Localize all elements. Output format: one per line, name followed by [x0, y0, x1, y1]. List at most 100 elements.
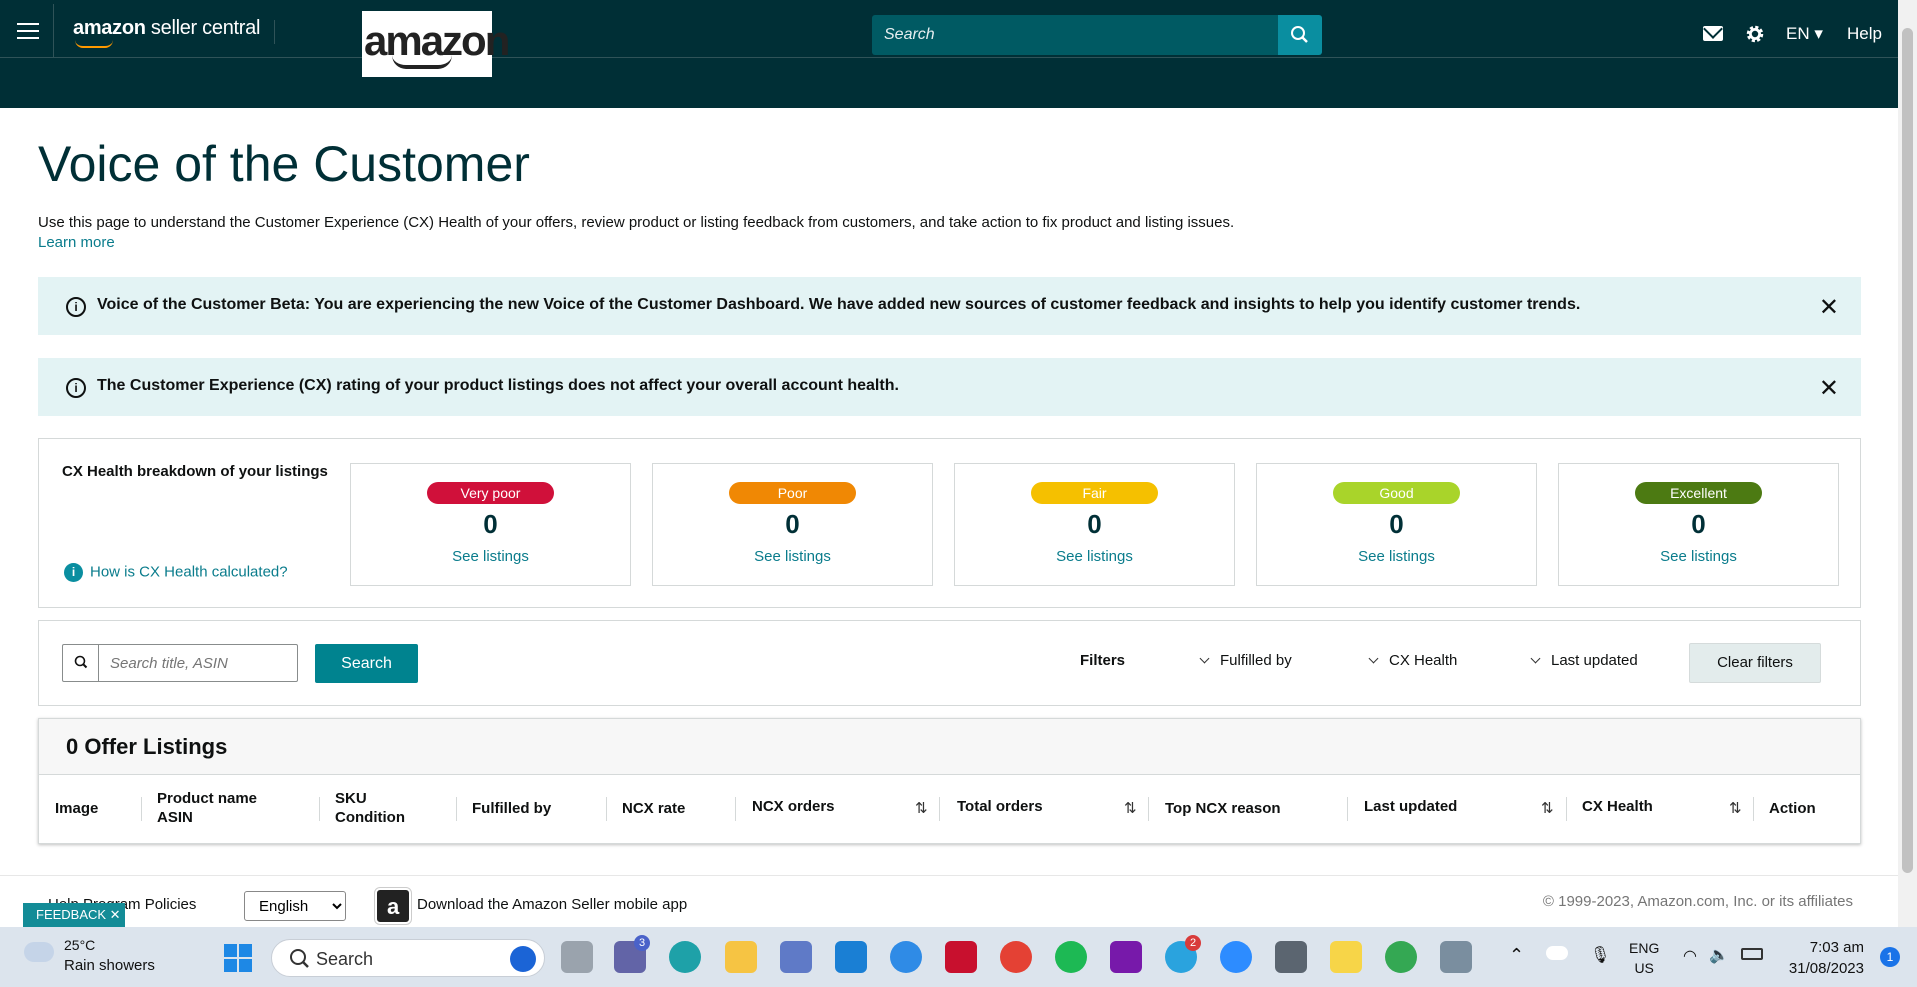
edge-icon[interactable] — [669, 941, 701, 973]
how-cx-health-link[interactable]: i How is CX Health calculated? — [64, 563, 288, 582]
fulfilled-by-dropdown[interactable]: Fulfilled by — [1199, 652, 1292, 669]
search-icon — [63, 645, 99, 681]
global-search-input[interactable] — [872, 15, 1278, 55]
cx-health-heading: CX Health breakdown of your listings — [62, 463, 328, 480]
chrome-icon[interactable] — [1000, 941, 1032, 973]
close-icon[interactable]: ✕ — [1819, 293, 1839, 322]
chevron-down-icon — [1368, 653, 1379, 664]
status-badge: Excellent — [1635, 482, 1762, 504]
feedback-button[interactable]: FEEDBACK ✕ — [23, 903, 125, 927]
lang-line1: ENG — [1629, 940, 1660, 956]
file-explorer-icon[interactable] — [725, 941, 757, 973]
info-icon: i — [66, 297, 86, 317]
taskbar-search[interactable]: Search — [271, 939, 545, 977]
mail-icon[interactable] — [1703, 26, 1723, 41]
battery-icon[interactable] — [1741, 948, 1763, 960]
global-search-button[interactable] — [1278, 15, 1322, 55]
info-icon: i — [64, 563, 83, 582]
last-updated-dropdown[interactable]: Last updated — [1530, 652, 1638, 669]
help-icon[interactable] — [890, 941, 922, 973]
chevron-down-icon — [1199, 653, 1210, 664]
page-title: Voice of the Customer — [38, 136, 530, 192]
task-view-icon[interactable] — [561, 941, 593, 973]
listing-search-input[interactable] — [100, 645, 296, 681]
bing-icon[interactable] — [510, 946, 536, 972]
scrollbar-thumb[interactable] — [1902, 28, 1913, 873]
system-clock[interactable]: 7:03 am 31/08/2023 — [1781, 937, 1864, 979]
nav-divider — [53, 4, 54, 58]
copyright: © 1999-2023, Amazon.com, Inc. or its aff… — [1542, 893, 1853, 910]
see-listings-link[interactable]: See listings — [955, 548, 1234, 565]
column-divider — [735, 797, 736, 821]
mcafee-icon[interactable] — [945, 941, 977, 973]
nav-divider — [274, 20, 275, 44]
see-listings-link[interactable]: See listings — [1559, 548, 1838, 565]
see-listings-link[interactable]: See listings — [351, 548, 630, 565]
sort-icon[interactable]: ⇅ — [915, 799, 928, 817]
zoom-icon[interactable] — [1220, 941, 1252, 973]
footer-language-select[interactable]: English — [244, 891, 346, 921]
clock-time: 7:03 am — [1809, 939, 1864, 956]
clock-date: 31/08/2023 — [1788, 960, 1864, 977]
status-badge: Fair — [1031, 482, 1158, 504]
help-link[interactable]: Help — [1847, 24, 1882, 44]
cx-tile-poor: Poor 0 See listings — [652, 463, 933, 586]
weather-temp: 25°C — [64, 937, 96, 953]
brand-light-text: seller central — [145, 17, 261, 39]
myhp-icon[interactable] — [835, 941, 867, 973]
sort-icon[interactable]: ⇅ — [1124, 799, 1137, 817]
filter-bar: Search Filters Fulfilled by CX Health La… — [38, 620, 1861, 706]
see-listings-link[interactable]: See listings — [1257, 548, 1536, 565]
listings-title: 0 Offer Listings — [66, 734, 228, 759]
notification-badge[interactable]: 1 — [1880, 947, 1900, 967]
column-header-action: Action — [1769, 800, 1816, 817]
column-header-top-ncx-reason: Top NCX reason — [1165, 800, 1281, 817]
input-language[interactable]: ENG US — [1629, 938, 1659, 978]
hamburger-menu-icon[interactable] — [17, 23, 39, 41]
download-app-text[interactable]: Download the Amazon Seller mobile app — [417, 896, 687, 913]
beta-alert: i Voice of the Customer Beta: You are ex… — [38, 277, 1861, 335]
brand-bold-text: amazon — [73, 17, 146, 39]
status-badge: Very poor — [427, 482, 554, 504]
column-header-sku: SKU Condition — [335, 790, 405, 826]
column-divider — [319, 797, 320, 821]
onenote-icon[interactable] — [1110, 941, 1142, 973]
column-divider — [1148, 797, 1149, 821]
alert-message: The Customer Experience (CX) rating of y… — [97, 377, 899, 394]
info-icon: i — [66, 378, 86, 398]
volume-icon[interactable]: 🔈 — [1709, 945, 1729, 965]
column-divider — [939, 797, 940, 821]
calculator-icon[interactable] — [1275, 941, 1307, 973]
seller-central-logo[interactable]: amazon seller central — [73, 17, 261, 48]
learn-more-link[interactable]: Learn more — [38, 234, 115, 251]
see-listings-link[interactable]: See listings — [653, 548, 932, 565]
microphone-icon[interactable]: 🎙 — [1590, 945, 1610, 965]
close-icon[interactable]: ✕ — [1819, 374, 1839, 403]
chevron-up-icon[interactable]: ⌃ — [1509, 945, 1524, 966]
sort-icon[interactable]: ⇅ — [1729, 799, 1742, 817]
chrome-profile-icon[interactable] — [1385, 941, 1417, 973]
language-selector[interactable]: EN ▾ — [1786, 24, 1823, 44]
windows-start-icon[interactable] — [224, 944, 252, 972]
column-divider — [606, 797, 607, 821]
tile-count: 0 — [1087, 509, 1102, 539]
sort-icon[interactable]: ⇅ — [1541, 799, 1554, 817]
tile-count: 0 — [1691, 509, 1706, 539]
vertical-scrollbar[interactable] — [1898, 0, 1917, 927]
cx-tile-fair: Fair 0 See listings — [954, 463, 1235, 586]
wifi-icon[interactable]: ◠ — [1683, 946, 1697, 966]
taskbar-search-label: Search — [316, 949, 374, 969]
search-button[interactable]: Search — [315, 644, 418, 683]
store-icon[interactable] — [780, 941, 812, 973]
spotify-icon[interactable] — [1055, 941, 1087, 973]
column-header-image: Image — [55, 800, 99, 817]
snipping-tool-icon[interactable] — [1440, 941, 1472, 973]
gear-icon[interactable] — [1744, 23, 1766, 45]
clear-filters-button[interactable]: Clear filters — [1689, 643, 1821, 683]
sticky-notes-icon[interactable] — [1330, 941, 1362, 973]
amazon-app-icon[interactable] — [374, 887, 412, 925]
cx-health-dropdown[interactable]: CX Health — [1368, 652, 1457, 669]
onedrive-icon[interactable] — [1546, 946, 1568, 960]
telegram-icon[interactable]: 2 — [1165, 935, 1201, 973]
teams-icon[interactable]: 3 — [614, 935, 650, 973]
